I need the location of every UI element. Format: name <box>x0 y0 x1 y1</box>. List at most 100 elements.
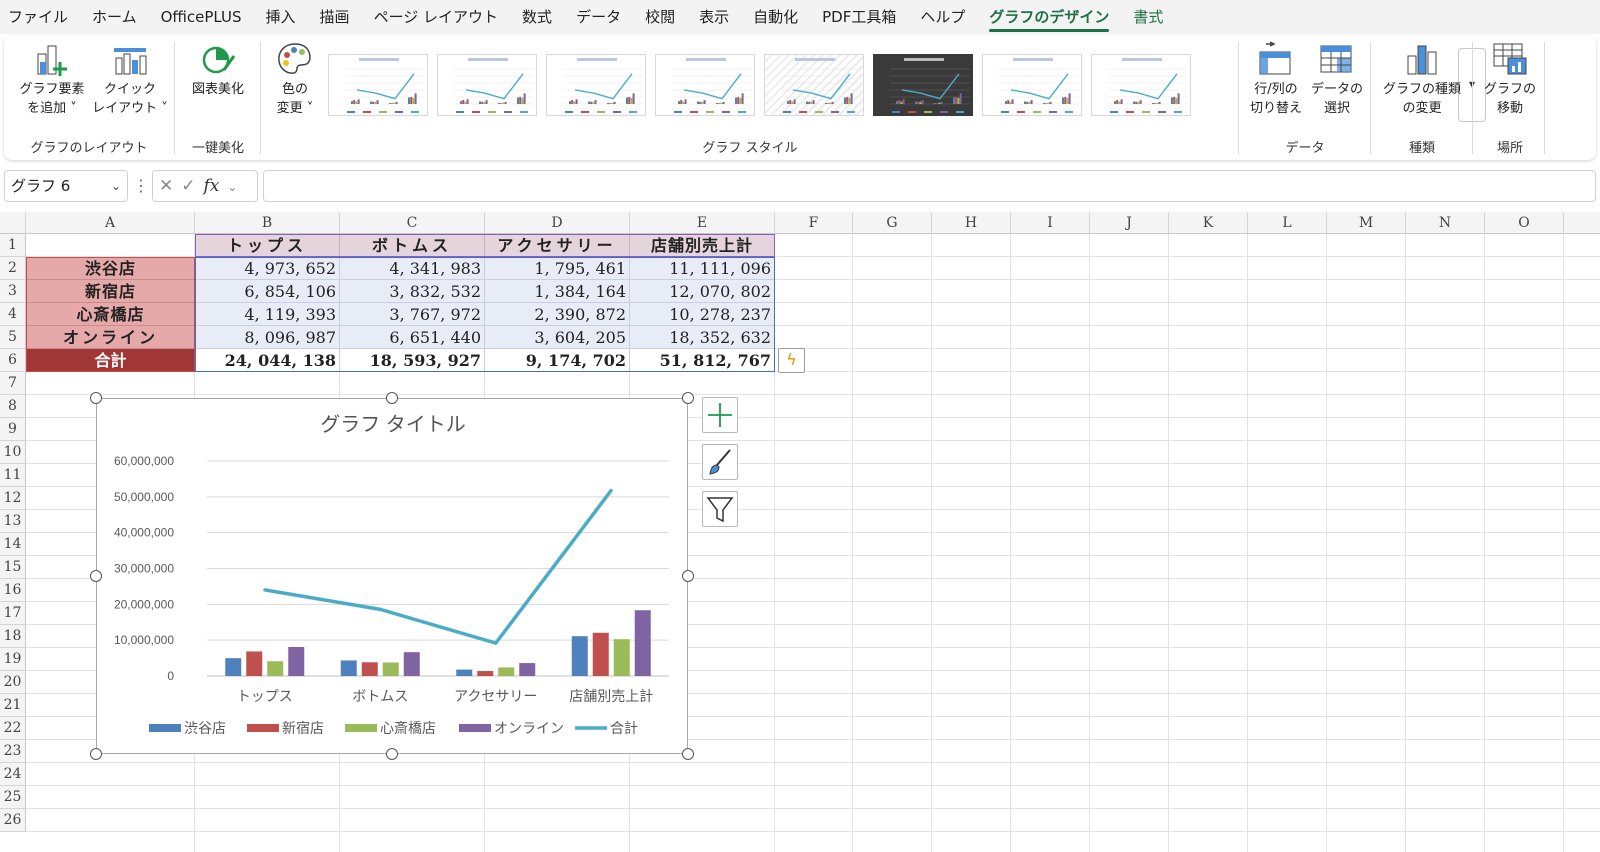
column-header[interactable]: H <box>932 212 1011 234</box>
line-point-2[interactable] <box>494 641 498 645</box>
column-header[interactable]: N <box>1406 212 1485 234</box>
resize-handle-right[interactable] <box>682 570 694 582</box>
line-point-0[interactable] <box>263 588 267 592</box>
row-header[interactable]: 7 <box>0 372 26 395</box>
beautify-button[interactable]: 図表美化 <box>182 40 254 99</box>
row-header[interactable]: 22 <box>0 717 26 740</box>
select-all-corner[interactable] <box>0 212 26 234</box>
menu-tab[interactable]: PDF工具箱 <box>822 0 896 34</box>
menu-tab[interactable]: ヘルプ <box>920 0 965 34</box>
menu-tab[interactable]: ホーム <box>92 0 137 34</box>
value-cell[interactable]: 10, 278, 237 <box>630 303 775 326</box>
row-header[interactable]: 16 <box>0 579 26 602</box>
row-header[interactable]: 20 <box>0 671 26 694</box>
column-header[interactable]: C <box>340 212 485 234</box>
row-header[interactable]: 24 <box>0 763 26 786</box>
column-header[interactable]: G <box>853 212 932 234</box>
add-chart-element-button[interactable]: グラフ要素 を追加 ˅ <box>16 40 88 118</box>
bar-2-3[interactable] <box>519 663 536 676</box>
row-header[interactable]: 13 <box>0 510 26 533</box>
formula-input[interactable] <box>263 170 1596 202</box>
line-point-1[interactable] <box>378 607 382 611</box>
table-header-cell[interactable]: トップス <box>195 234 340 257</box>
column-header[interactable]: J <box>1090 212 1169 234</box>
total-value-cell[interactable]: 24, 044, 138 <box>195 349 340 372</box>
chart-style-thumbnail[interactable] <box>982 54 1082 116</box>
row-header[interactable]: 14 <box>0 533 26 556</box>
row-header[interactable]: 26 <box>0 809 26 832</box>
row-header[interactable]: 4 <box>0 303 26 326</box>
row-header[interactable]: 6 <box>0 349 26 372</box>
more-options-icon[interactable]: ⋮ <box>133 176 149 195</box>
bar-3-1[interactable] <box>592 632 609 676</box>
resize-handle-bottom[interactable] <box>386 748 398 760</box>
row-header[interactable]: 3 <box>0 280 26 303</box>
bar-0-1[interactable] <box>246 651 263 676</box>
table-header-cell[interactable]: 店舗別売上計 <box>630 234 775 257</box>
column-header[interactable]: I <box>1011 212 1090 234</box>
column-header[interactable]: B <box>195 212 340 234</box>
chart-filters-button[interactable] <box>702 491 738 527</box>
store-name-cell[interactable]: 新宿店 <box>26 280 195 303</box>
row-header[interactable]: 25 <box>0 786 26 809</box>
menu-tab[interactable]: 描画 <box>320 0 350 34</box>
column-header[interactable]: D <box>485 212 630 234</box>
legend-entry[interactable]: 合計 <box>575 720 638 736</box>
value-cell[interactable]: 6, 854, 106 <box>195 280 340 303</box>
value-cell[interactable]: 2, 390, 872 <box>485 303 630 326</box>
menu-tab[interactable]: データ <box>576 0 621 34</box>
value-cell[interactable]: 8, 096, 987 <box>195 326 340 349</box>
legend-entry[interactable]: オンライン <box>459 720 564 736</box>
value-cell[interactable]: 3, 767, 972 <box>340 303 485 326</box>
cancel-icon[interactable]: ✕ <box>159 176 173 196</box>
row-header[interactable]: 1 <box>0 234 26 257</box>
column-header[interactable]: O <box>1485 212 1564 234</box>
total-value-cell[interactable]: 51, 812, 767 <box>630 349 775 372</box>
value-cell[interactable]: 1, 795, 461 <box>485 257 630 280</box>
value-cell[interactable]: 3, 832, 532 <box>340 280 485 303</box>
bar-1-3[interactable] <box>403 652 420 676</box>
column-header[interactable]: A <box>26 212 195 234</box>
column-header[interactable]: E <box>630 212 775 234</box>
resize-handle-top-right[interactable] <box>682 392 694 404</box>
menu-tab[interactable]: 書式 <box>1133 0 1163 34</box>
column-header[interactable]: F <box>775 212 853 234</box>
row-header[interactable]: 21 <box>0 694 26 717</box>
store-name-cell[interactable]: オンライン <box>26 326 195 349</box>
value-cell[interactable]: 3, 604, 205 <box>485 326 630 349</box>
move-chart-button[interactable]: グラフの 移動 <box>1478 40 1542 118</box>
resize-handle-top[interactable] <box>386 392 398 404</box>
table-header-cell[interactable]: ボトムス <box>340 234 485 257</box>
store-name-cell[interactable]: 渋谷店 <box>26 257 195 280</box>
menu-tab[interactable]: 数式 <box>522 0 552 34</box>
row-header[interactable]: 8 <box>0 395 26 418</box>
change-chart-type-button[interactable]: グラフの種類 の変更 <box>1374 40 1470 118</box>
chevron-down-icon[interactable]: ⌄ <box>227 180 237 194</box>
bar-0-0[interactable] <box>225 658 242 676</box>
bar-2-1[interactable] <box>477 671 494 676</box>
total-value-cell[interactable]: 18, 593, 927 <box>340 349 485 372</box>
bar-1-1[interactable] <box>361 662 378 676</box>
bar-3-0[interactable] <box>571 636 588 676</box>
value-cell[interactable]: 12, 070, 802 <box>630 280 775 303</box>
value-cell[interactable]: 4, 341, 983 <box>340 257 485 280</box>
bar-3-2[interactable] <box>613 639 630 676</box>
row-header[interactable]: 23 <box>0 740 26 763</box>
name-box[interactable]: グラフ 6 ⌄ <box>4 170 128 202</box>
row-header[interactable]: 18 <box>0 625 26 648</box>
row-header[interactable]: 12 <box>0 487 26 510</box>
row-header[interactable]: 15 <box>0 556 26 579</box>
row-header[interactable]: 11 <box>0 464 26 487</box>
column-header[interactable]: K <box>1169 212 1248 234</box>
chart-style-thumbnail[interactable] <box>1091 54 1191 116</box>
row-header[interactable]: 5 <box>0 326 26 349</box>
resize-handle-left[interactable] <box>90 570 102 582</box>
column-header[interactable]: M <box>1327 212 1406 234</box>
total-line[interactable] <box>264 489 613 645</box>
bar-1-0[interactable] <box>340 660 357 676</box>
value-cell[interactable]: 4, 973, 652 <box>195 257 340 280</box>
column-header[interactable] <box>1564 212 1600 234</box>
menu-tab[interactable]: 校閲 <box>645 0 675 34</box>
table-header-cell[interactable]: アクセサリー <box>485 234 630 257</box>
row-header[interactable]: 19 <box>0 648 26 671</box>
